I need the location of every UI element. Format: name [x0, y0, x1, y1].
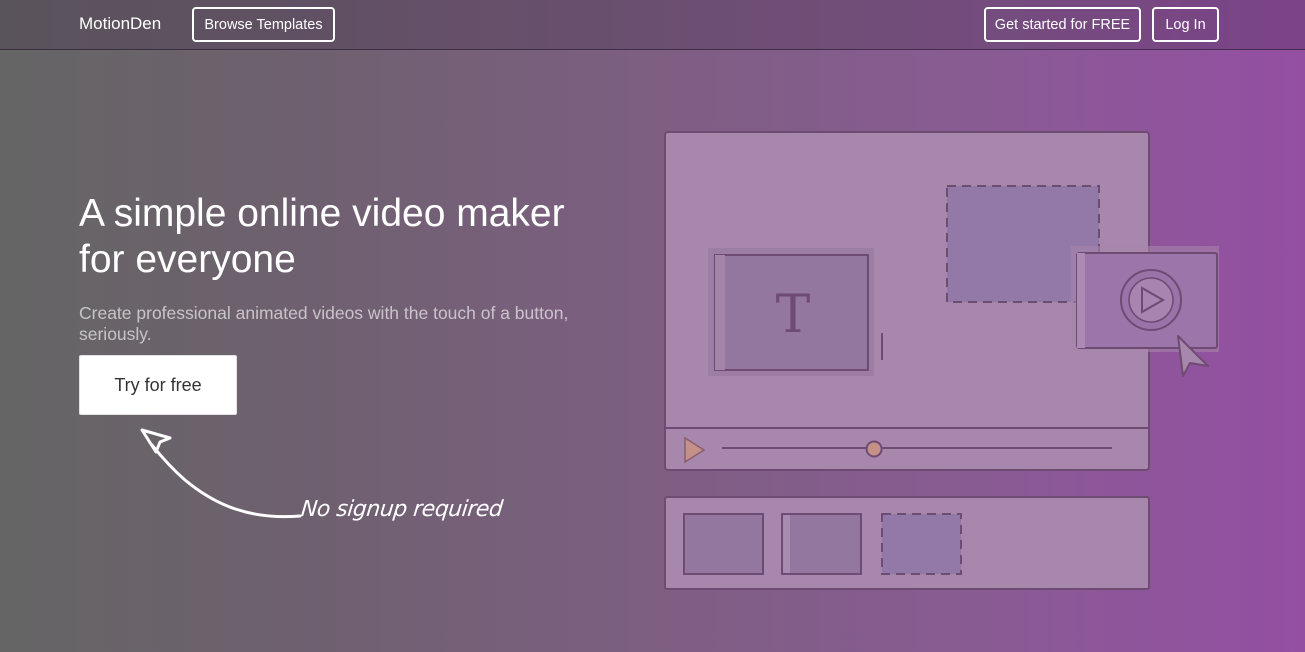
filmstrip-frame-1 — [683, 513, 764, 575]
top-navbar: MotionDen Browse Templates Get started f… — [0, 0, 1305, 50]
play-button-inner — [1128, 277, 1174, 323]
browse-templates-button[interactable]: Browse Templates — [192, 7, 335, 42]
video-card-edge — [1077, 253, 1085, 348]
timeline-scrubber — [865, 440, 883, 458]
try-for-free-button[interactable]: Try for free — [79, 355, 237, 415]
text-block-edge — [715, 255, 725, 370]
get-started-button[interactable]: Get started for FREE — [984, 7, 1141, 42]
hero-headline-line2: for everyone — [79, 238, 296, 281]
filmstrip-frame-2-edge — [783, 515, 790, 573]
login-button[interactable]: Log In — [1152, 7, 1219, 42]
video-editor-illustration: T — [664, 131, 1219, 590]
hero-headline: A simple online video maker for everyone — [79, 191, 639, 283]
filmstrip-frame-2 — [781, 513, 862, 575]
brand-logo-link[interactable]: MotionDen — [79, 14, 161, 34]
hero-subtext: Create professional animated videos with… — [79, 303, 569, 344]
text-icon: T — [776, 285, 811, 345]
no-signup-note: No signup required — [299, 497, 504, 522]
filmstrip-frame-3 — [881, 513, 962, 575]
hand-drawn-arrow-icon — [140, 428, 302, 519]
hero-headline-line1: A simple online video maker — [79, 192, 565, 235]
